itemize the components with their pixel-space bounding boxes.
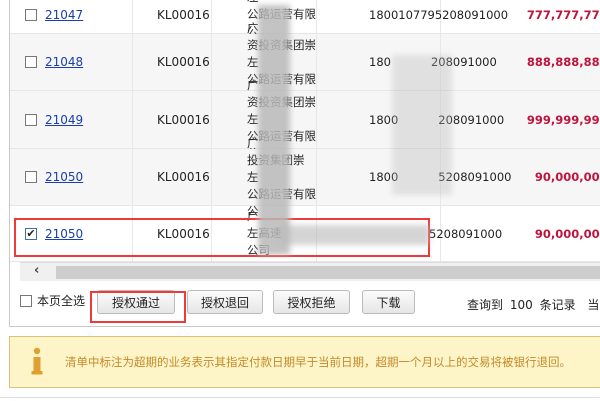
column-divider [132,0,133,33]
redaction-blur [258,5,290,255]
column-divider [132,91,133,148]
company-name-line: 左 [247,112,259,126]
count-value: 100 [509,298,533,312]
amount: 888,888,888.0 [526,55,600,69]
horizontal-scrollbar[interactable]: ‹ [20,262,600,281]
query-suffix: 条记录 [539,298,576,312]
column-divider [211,0,212,33]
transaction-id-link[interactable]: 21050 [45,149,83,205]
column-divider [211,149,212,205]
amount: 90,000,000.0 [534,226,600,241]
column-divider [132,149,133,205]
highlight-approve-button [90,291,186,323]
row-select[interactable] [10,34,44,90]
amount: 777,777,777.0 [526,7,600,22]
company-name-line: 广 [247,135,259,150]
select-all-label: 本页全选 [37,294,86,308]
transaction-id-link[interactable]: 21049 [45,91,83,148]
record-count: 查询到 100 条记录 当前 [467,296,600,313]
info-icon [31,347,43,375]
select-all-checkbox[interactable] [20,294,32,307]
column-divider [211,91,212,148]
customer-code: KL00016 [157,170,210,184]
company-name-line: 左 [247,0,259,4]
row-checkbox[interactable] [25,8,37,21]
account-part: 180 [369,55,391,69]
current-page-label: 当前 [587,298,600,312]
customer-code: KL00016 [157,7,210,22]
row-checkbox[interactable] [25,171,37,183]
download-button[interactable]: 下载 [362,290,415,314]
amount: 90,000,000.0 [534,170,600,184]
select-all[interactable]: 本页全选 [20,292,85,309]
amount: 999,999,999.0 [526,112,600,127]
transaction-id-link[interactable]: 21047 [45,0,83,33]
scrollbar-thumb[interactable] [56,266,600,279]
transaction-id-link[interactable]: 21048 [45,34,83,90]
company-name-line: 左 [247,54,259,69]
column-divider [211,34,212,90]
row-checkbox[interactable] [25,56,37,68]
row-select[interactable] [10,149,44,205]
table-row[interactable]: 21050 KL00016 广投资集团崇左公路运营有限公 18005208091… [10,136,600,218]
column-divider [132,34,133,90]
customer-code: KL00016 [157,55,210,69]
row-checkbox[interactable] [25,113,37,126]
query-prefix: 查询到 [467,298,504,312]
redaction-blur [280,225,430,245]
reject-button[interactable]: 授权拒绝 [273,290,350,314]
row-select[interactable] [10,91,44,148]
divider [0,397,600,398]
company-name-line: 左 [247,169,259,184]
customer-code: KL00016 [157,112,210,127]
redaction-blur [392,55,452,195]
notice-banner: 清单中标注为超期的业务表示其指定付款日期早于当前日期，超期一个月以上的交易将被银… [9,336,600,388]
notice-text: 清单中标注为超期的业务表示其指定付款日期早于当前日期，超期一个月以上的交易将被银… [65,355,571,369]
return-button[interactable]: 授权退回 [187,290,263,314]
row-select[interactable] [10,0,44,33]
company-name-line: 广 [247,78,259,92]
scroll-left-icon[interactable]: ‹ [34,263,39,278]
company-name-line: 广 [247,20,259,35]
